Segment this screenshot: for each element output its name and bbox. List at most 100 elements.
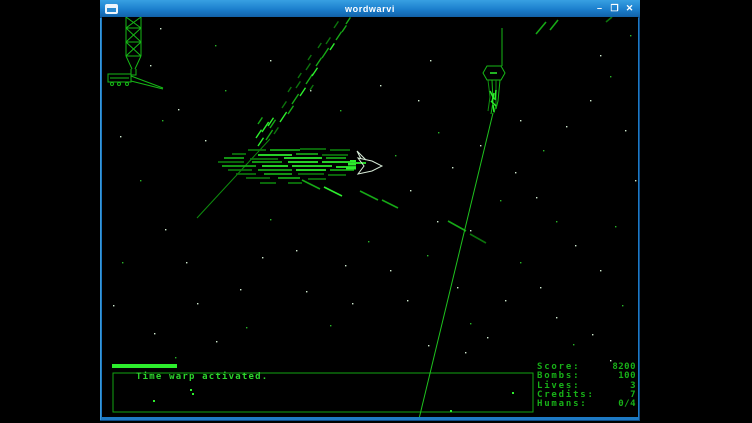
star (197, 303, 198, 304)
debris-dash (330, 43, 334, 50)
desktop-background: wordwarvi – ❒ ✕ (0, 0, 752, 423)
star (390, 270, 391, 271)
star (465, 352, 466, 353)
radar-blip (512, 392, 514, 394)
star (175, 357, 176, 358)
game-viewport[interactable]: Time warp activated. Score: 8200 Bombs: … (102, 17, 638, 417)
star (487, 337, 488, 338)
star (216, 341, 217, 342)
star (160, 28, 161, 29)
window-titlebar[interactable]: wordwarvi – ❒ ✕ (100, 0, 640, 18)
star (536, 197, 537, 198)
star (215, 45, 216, 46)
radar-blip (153, 400, 155, 402)
star (154, 333, 155, 334)
game-scene (102, 17, 638, 417)
star (395, 155, 396, 156)
close-button[interactable]: ✕ (623, 2, 636, 14)
star (240, 289, 241, 290)
star (610, 76, 611, 77)
debris-dash (316, 58, 322, 66)
tether-beam (418, 113, 493, 417)
debris-dash (266, 130, 273, 140)
star (178, 109, 179, 110)
ground-vehicle (108, 74, 163, 89)
star (380, 85, 381, 86)
window-title: wordwarvi (100, 4, 640, 14)
star (437, 221, 438, 222)
spark-dash (448, 221, 466, 231)
debris-dash (300, 88, 306, 96)
star (428, 345, 429, 346)
debris-dash (334, 21, 338, 28)
star (225, 90, 226, 91)
alien-gunship (483, 28, 505, 114)
warp-trail (218, 149, 366, 183)
star (600, 55, 601, 56)
star (113, 305, 114, 306)
debris-dash (274, 127, 278, 134)
radar-blip (450, 410, 452, 412)
debris-dash (342, 25, 346, 32)
star (622, 305, 623, 306)
star-field (113, 28, 636, 361)
debris-dash (262, 122, 269, 132)
debris-dash (282, 101, 286, 108)
window-menu-icon[interactable] (105, 4, 118, 14)
star (120, 136, 121, 137)
debris-dash (310, 85, 313, 90)
star (610, 360, 611, 361)
star (418, 100, 419, 101)
radar-blip (192, 393, 194, 395)
status-message: Time warp activated. (136, 372, 268, 382)
star (575, 245, 576, 246)
debris-dash (292, 94, 299, 104)
ship-hull (358, 158, 382, 174)
spark-dash (606, 17, 612, 22)
star (246, 327, 247, 328)
star (615, 226, 616, 227)
minimize-button[interactable]: – (593, 2, 606, 14)
star (122, 262, 123, 263)
health-bar (112, 364, 177, 368)
debris-dash (258, 138, 264, 146)
spark-dash (302, 180, 320, 189)
star (205, 140, 206, 141)
star (590, 100, 591, 101)
star (352, 303, 353, 304)
star (515, 172, 516, 173)
star (262, 257, 263, 258)
window-controls: – ❒ ✕ (593, 2, 636, 14)
star (635, 180, 636, 181)
debris-dash (318, 43, 321, 48)
debris-dash (326, 37, 330, 44)
star (140, 180, 141, 181)
debris-dash (322, 48, 329, 58)
spark-dash (360, 191, 378, 200)
star (150, 65, 151, 66)
maximize-button[interactable]: ❒ (608, 2, 621, 14)
stat-value: 0/4 (618, 400, 636, 409)
star (407, 300, 408, 301)
debris-stream (256, 17, 350, 146)
star (480, 145, 481, 146)
star (345, 265, 346, 266)
debris-dash (346, 17, 350, 24)
stat-humans: Humans: 0/4 (537, 400, 636, 409)
star (592, 334, 593, 335)
star (556, 317, 557, 318)
debris-dash (258, 117, 262, 124)
star (470, 323, 471, 324)
debris-dash (288, 106, 294, 114)
star (600, 270, 601, 271)
debris-dash (296, 81, 300, 88)
star (270, 60, 271, 61)
spark-dash (550, 20, 558, 30)
star (470, 230, 471, 231)
star (186, 262, 187, 263)
star (630, 35, 631, 36)
gantry-tower (126, 17, 141, 75)
debris-dash (308, 55, 311, 60)
spark-dash (536, 22, 546, 34)
star (452, 167, 453, 168)
